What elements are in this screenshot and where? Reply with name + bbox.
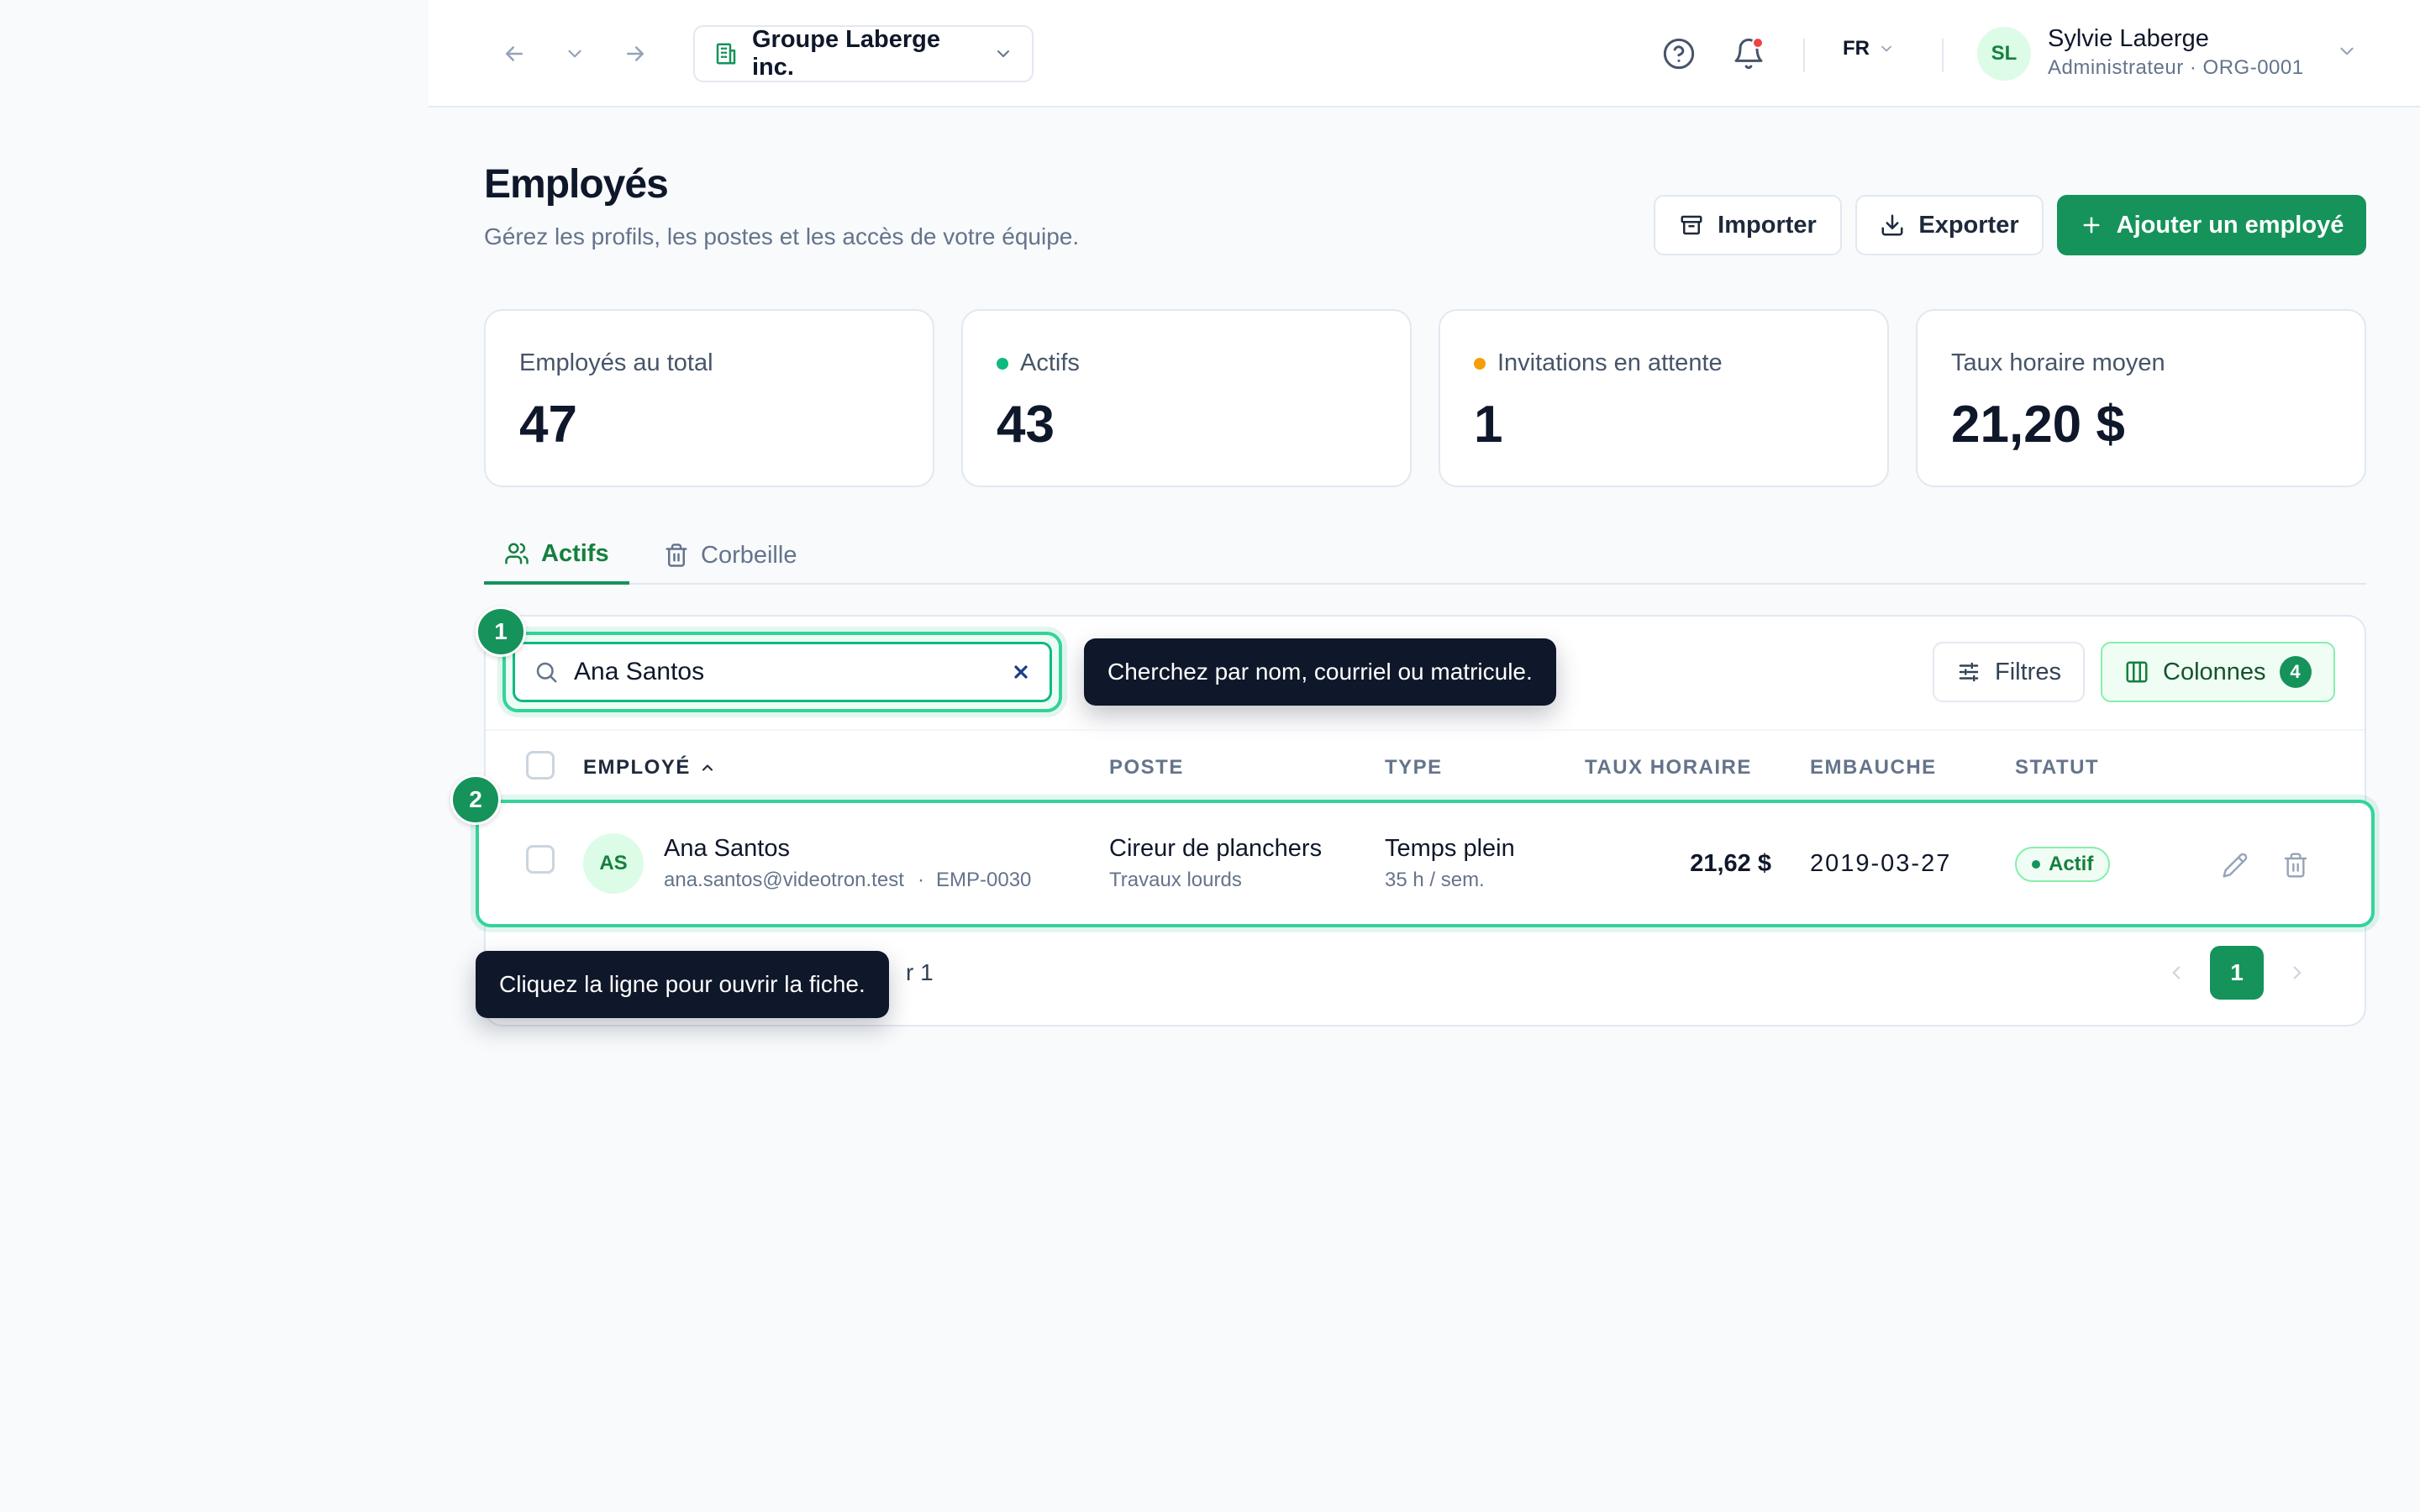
row-checkbox[interactable]	[526, 845, 555, 874]
language-selector[interactable]: FR	[1843, 37, 1895, 60]
columns-label: Colonnes	[2163, 658, 2266, 685]
divider	[1803, 39, 1805, 72]
delete-trash-icon[interactable]	[2277, 847, 2314, 884]
column-label: EMPLOYÉ	[583, 756, 691, 779]
import-label: Importer	[1718, 211, 1817, 239]
stat-value: 47	[519, 396, 577, 454]
archive-icon	[1679, 213, 1704, 238]
tab-actifs[interactable]: Actifs	[484, 526, 629, 585]
status-dot	[997, 357, 1008, 370]
back-arrow-icon[interactable]	[497, 37, 531, 71]
page-subtitle: Gérez les profils, les postes et les acc…	[484, 223, 1080, 249]
edit-pencil-icon[interactable]	[2217, 847, 2254, 884]
page-title: Employés	[484, 162, 669, 207]
chevron-down-icon	[1878, 40, 1895, 57]
tab-label: Corbeille	[701, 541, 797, 569]
columns-icon	[2124, 659, 2149, 685]
stat-value: 1	[1474, 396, 1503, 454]
export-button[interactable]: Exporter	[1855, 195, 2044, 255]
employee-department: Travaux lourds	[1109, 869, 1242, 891]
sort-ascending-icon	[699, 759, 716, 776]
forward-arrow-icon[interactable]	[618, 37, 652, 71]
chevron-down-icon	[993, 44, 1013, 64]
tour-tooltip-row: Cliquez la ligne pour ouvrir la fiche.	[476, 951, 889, 1018]
next-page-chevron-icon[interactable]	[2270, 946, 2324, 1000]
sidebar-area	[0, 0, 429, 1512]
download-icon	[1880, 213, 1905, 238]
column-header-type[interactable]: TYPE	[1385, 756, 1443, 780]
organization-name: Groupe Laberge inc.	[752, 26, 940, 81]
columns-count-badge: 4	[2279, 656, 2312, 688]
notification-dot	[1752, 37, 1764, 49]
building-icon	[713, 41, 739, 66]
employee-id-separator: ·	[918, 869, 924, 891]
organization-switcher[interactable]: Groupe Laberge inc.	[693, 25, 1034, 82]
stat-label: Actifs	[1020, 349, 1080, 376]
status-dot	[1474, 357, 1486, 370]
search-value: Ana Santos	[574, 658, 705, 685]
filters-button[interactable]: Filtres	[1933, 642, 2085, 702]
language-label: FR	[1843, 37, 1870, 60]
hourly-rate: 21,62 $	[1690, 850, 1771, 877]
select-all-checkbox[interactable]	[526, 751, 555, 780]
table-header-divider	[486, 729, 2365, 731]
stat-value: 43	[997, 396, 1055, 454]
stat-value: 21,20 $	[1951, 396, 2125, 454]
employee-position: Cireur de planchers	[1109, 835, 1323, 862]
employee-avatar: AS	[583, 833, 644, 894]
stat-label: Employés au total	[519, 349, 713, 376]
columns-button[interactable]: Colonnes 4	[2101, 642, 2335, 702]
status-label: Actif	[2049, 853, 2094, 875]
search-icon	[534, 659, 559, 685]
export-label: Exporter	[1918, 211, 2019, 239]
user-menu-chevron-icon[interactable]	[2336, 40, 2358, 66]
filters-label: Filtres	[1995, 658, 2061, 685]
hire-date: 2019-03-27	[1810, 850, 1952, 877]
column-header-statut[interactable]: STATUT	[2015, 756, 2099, 780]
stat-card-pending: Invitations en attente 1	[1439, 309, 1889, 487]
divider	[1942, 39, 1944, 72]
column-header-embauche[interactable]: EMBAUCHE	[1810, 756, 1937, 780]
stat-label: Invitations en attente	[1497, 349, 1723, 376]
tour-step-badge-2: 2	[450, 774, 501, 825]
tour-step-badge-1: 1	[476, 606, 526, 657]
tab-label: Actifs	[541, 539, 609, 567]
clear-search-icon[interactable]	[1011, 662, 1031, 682]
column-header-taux[interactable]: TAUX HORAIRE	[1585, 756, 1752, 780]
tab-corbeille[interactable]: Corbeille	[664, 526, 797, 585]
column-header-employe[interactable]: EMPLOYÉ	[583, 756, 716, 780]
history-chevron-down-icon[interactable]	[558, 37, 592, 71]
notifications-bell-icon[interactable]	[1728, 34, 1769, 74]
add-employee-label: Ajouter un employé	[2116, 211, 2344, 239]
plus-icon	[2080, 213, 2103, 237]
status-dot	[2032, 860, 2040, 869]
pagination-summary: r 1	[906, 959, 934, 985]
weekly-hours: 35 h / sem.	[1385, 869, 1485, 891]
search-input[interactable]: Ana Santos	[513, 642, 1052, 702]
stat-card-active: Actifs 43	[961, 309, 1412, 487]
column-header-poste[interactable]: POSTE	[1109, 756, 1184, 780]
employee-email: ana.santos@videotron.test	[664, 869, 904, 891]
import-button[interactable]: Importer	[1654, 195, 1842, 255]
trash-icon	[664, 543, 689, 568]
user-role: Administrateur · ORG-0001	[2048, 56, 2304, 79]
page-button-current[interactable]: 1	[2210, 946, 2264, 1000]
top-bar: Groupe Laberge inc. FR SL Sylvie Laberge…	[429, 0, 2420, 108]
tour-tooltip-search: Cherchez par nom, courriel ou matricule.	[1084, 638, 1556, 706]
user-name[interactable]: Sylvie Laberge	[2048, 25, 2209, 53]
user-avatar[interactable]: SL	[1977, 27, 2031, 81]
stat-card-average-rate: Taux horaire moyen 21,20 $	[1916, 309, 2366, 487]
help-icon[interactable]	[1659, 34, 1699, 74]
status-badge: Actif	[2015, 847, 2111, 882]
sliders-icon	[1956, 659, 1981, 685]
employment-type: Temps plein	[1385, 835, 1515, 862]
employee-name: Ana Santos	[664, 835, 790, 862]
employee-id: EMP-0030	[936, 869, 1032, 891]
stat-card-total: Employés au total 47	[484, 309, 934, 487]
stat-label: Taux horaire moyen	[1951, 349, 2165, 376]
previous-page-chevron-icon[interactable]	[2149, 946, 2203, 1000]
users-icon	[504, 541, 529, 566]
add-employee-button[interactable]: Ajouter un employé	[2057, 195, 2366, 255]
